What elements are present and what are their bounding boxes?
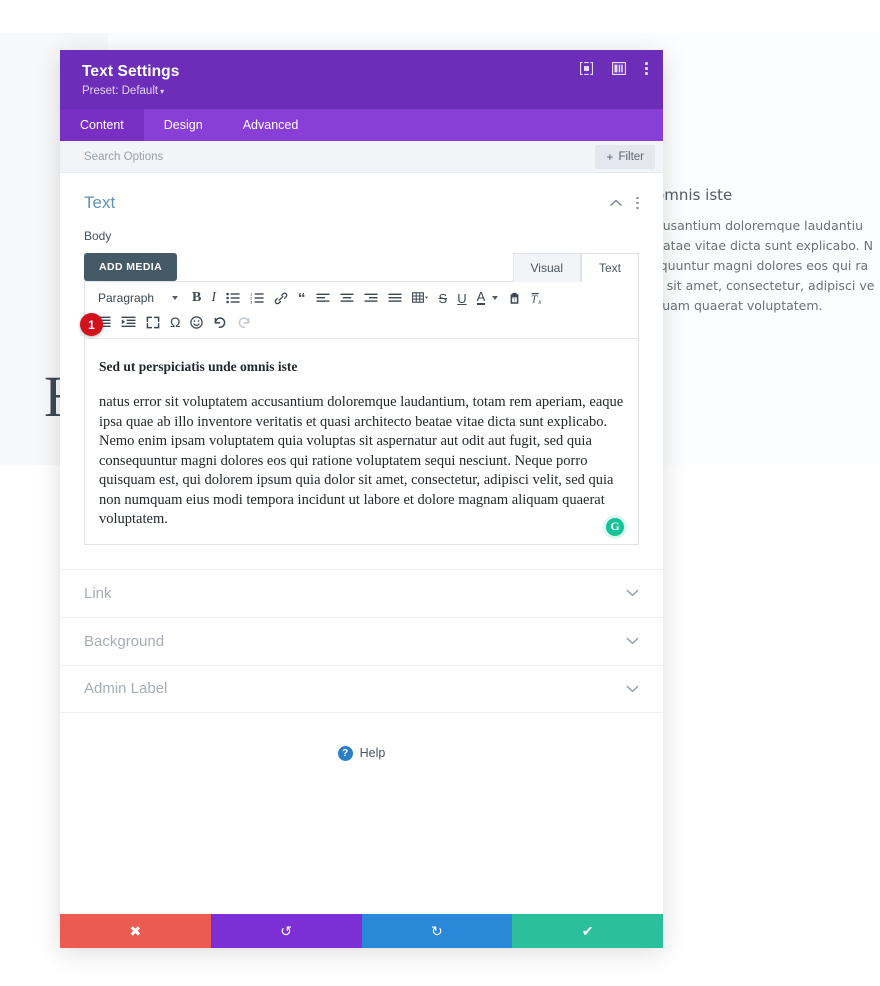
text-section: Text Body ADD MEDIA Visual Text Paragrap…	[60, 173, 663, 545]
accordion-link-label: Link	[84, 584, 112, 602]
bulleted-list-icon[interactable]	[221, 287, 245, 309]
svg-text:x: x	[538, 300, 543, 305]
numbered-list-icon[interactable]: 123	[245, 287, 269, 309]
accordion-list: Link Background Admin Label	[60, 568, 663, 713]
modal-title: Text Settings	[82, 63, 180, 80]
align-right-icon[interactable]	[359, 287, 383, 309]
more-vertical-icon[interactable]	[645, 62, 648, 75]
special-character-icon[interactable]: Ω	[165, 311, 185, 333]
chevron-down-icon	[626, 589, 639, 597]
svg-text:3: 3	[250, 300, 253, 304]
step-annotation-badge: 1	[80, 313, 103, 336]
blockquote-icon[interactable]: “	[293, 287, 311, 309]
accordion-background-label: Background	[84, 632, 165, 650]
strikethrough-icon[interactable]: S	[434, 287, 453, 309]
help-link[interactable]: ? Help	[60, 745, 663, 761]
text-settings-modal: Text Settings Preset: Default ▾ Content D…	[60, 50, 663, 948]
help-label: Help	[359, 746, 386, 760]
editor-toolbar: Paragraph B I 123 “ S U A T T x Ω	[85, 282, 638, 339]
editor-toolbar-row-1: Paragraph B I 123 “ S U A T T x	[91, 287, 632, 309]
editor-heading: Sed ut perspiciatis unde omnis iste	[99, 359, 298, 374]
editor-toolbar-row-2: Ω	[91, 311, 632, 333]
redo-icon[interactable]	[232, 311, 256, 333]
editor-content-area[interactable]: Sed ut perspiciatis unde omnis iste natu…	[85, 339, 638, 544]
preset-selector[interactable]: Preset: Default ▾	[82, 85, 645, 97]
editor-mode-tabs: Visual Text	[512, 252, 639, 282]
chevron-down-icon	[626, 637, 639, 645]
emoji-icon[interactable]	[185, 311, 208, 333]
align-justify-icon[interactable]	[383, 287, 407, 309]
filter-label: Filter	[618, 150, 644, 163]
svg-text:T: T	[513, 297, 516, 302]
fullscreen-icon[interactable]	[141, 311, 165, 333]
tab-content[interactable]: Content	[60, 109, 144, 141]
editor-paragraph: natus error sit voluptatem accusantium d…	[99, 394, 624, 527]
text-section-header: Text	[84, 193, 639, 213]
chevron-up-icon[interactable]	[610, 199, 623, 207]
paste-as-text-icon[interactable]: T	[503, 287, 526, 309]
italic-icon[interactable]: I	[206, 287, 221, 309]
underline-icon[interactable]: U	[452, 287, 471, 309]
rich-text-editor: Paragraph B I 123 “ S U A T T x Ω Sed ut…	[84, 281, 639, 545]
text-color-icon[interactable]: A	[472, 287, 491, 309]
modal-header: Text Settings Preset: Default ▾	[60, 50, 663, 109]
save-button[interactable]: ✔	[512, 914, 663, 948]
focus-icon[interactable]	[580, 62, 594, 75]
chevron-down-icon	[172, 296, 178, 300]
accordion-background[interactable]: Background	[60, 616, 663, 665]
modal-footer: ✖ ↺ ↻ ✔	[60, 914, 663, 948]
indent-icon[interactable]	[116, 311, 141, 333]
layout-panel-icon[interactable]	[612, 62, 627, 75]
preset-caret-icon: ▾	[160, 87, 165, 96]
clear-formatting-icon[interactable]: Tx	[526, 287, 550, 309]
search-options-bar: Search Options + Filter	[60, 141, 663, 173]
tab-visual[interactable]: Visual	[512, 253, 581, 282]
align-center-icon[interactable]	[335, 287, 359, 309]
chevron-down-icon	[626, 685, 639, 693]
filter-button[interactable]: + Filter	[595, 144, 655, 169]
body-field-label: Body	[84, 229, 112, 243]
table-icon[interactable]	[407, 287, 434, 309]
bold-icon[interactable]: B	[187, 287, 206, 309]
format-select[interactable]: Paragraph	[91, 290, 183, 306]
cancel-button[interactable]: ✖	[60, 914, 211, 948]
section-more-icon[interactable]	[636, 196, 639, 210]
align-left-icon[interactable]	[311, 287, 335, 309]
accordion-link[interactable]: Link	[60, 568, 663, 617]
preset-label: Preset: Default	[82, 85, 159, 97]
modal-tab-bar: Content Design Advanced	[60, 109, 663, 141]
search-input[interactable]: Search Options	[84, 151, 595, 163]
accordion-admin-label[interactable]: Admin Label	[60, 664, 663, 713]
svg-text:T: T	[531, 293, 538, 305]
redo-button[interactable]: ↻	[361, 914, 513, 948]
format-select-value: Paragraph	[98, 291, 155, 305]
question-mark-icon: ?	[337, 745, 353, 761]
tab-advanced[interactable]: Advanced	[223, 109, 319, 141]
text-section-title: Text	[84, 193, 116, 212]
editor-toolbar-row: ADD MEDIA Visual Text	[84, 252, 639, 282]
header-icon-group	[580, 62, 648, 75]
modal-body: Text Body ADD MEDIA Visual Text Paragrap…	[60, 173, 663, 914]
link-icon[interactable]	[269, 287, 293, 309]
tab-design[interactable]: Design	[144, 109, 223, 141]
accordion-admin-label-label: Admin Label	[84, 680, 168, 697]
undo-icon[interactable]	[208, 311, 232, 333]
tab-text[interactable]: Text	[580, 253, 639, 282]
text-color-chevron-down-icon[interactable]	[490, 287, 503, 309]
grammarly-icon[interactable]: G	[606, 517, 624, 536]
plus-icon: +	[606, 149, 614, 164]
undo-button[interactable]: ↺	[210, 914, 362, 948]
add-media-button[interactable]: ADD MEDIA	[84, 253, 178, 281]
